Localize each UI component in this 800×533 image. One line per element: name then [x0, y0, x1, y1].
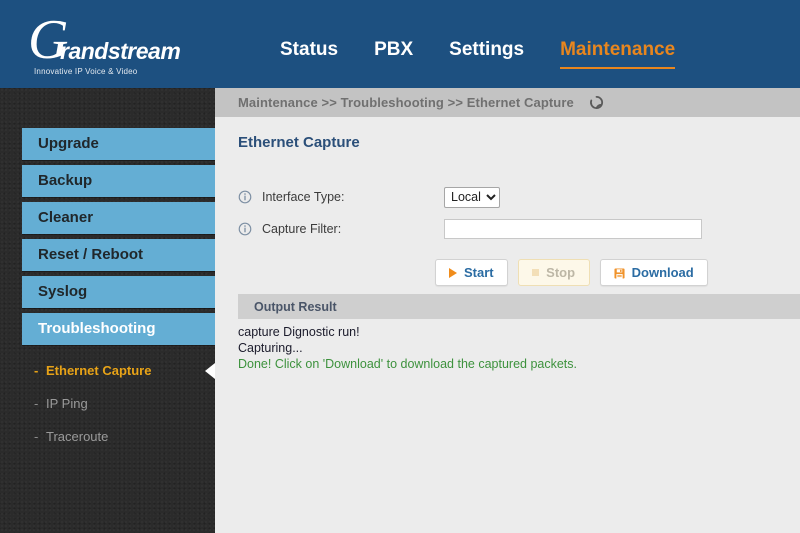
active-pointer-icon [205, 363, 215, 379]
sidebar-subitem-label: Ethernet Capture [46, 363, 152, 378]
sidebar-submenu: - Ethernet Capture - IP Ping - Tracerout… [0, 354, 215, 453]
sidebar-subitem-ethernet-capture[interactable]: - Ethernet Capture [0, 354, 215, 387]
main-navigation: Status PBX Settings Maintenance [280, 38, 676, 72]
field-row-interface-type: Interface Type: Local [238, 184, 500, 210]
bullet-dash-icon: - [34, 429, 39, 444]
sidebar-menu: Upgrade Backup Cleaner Reset / Reboot Sy… [0, 128, 215, 453]
save-icon [614, 267, 625, 279]
page-root: G randstream Innovative IP Voice & Video… [0, 0, 800, 533]
sidebar-subitem-label: IP Ping [46, 396, 88, 411]
breadcrumb: Maintenance >> Troubleshooting >> Ethern… [238, 95, 574, 110]
content-area: Maintenance >> Troubleshooting >> Ethern… [215, 88, 800, 533]
sidebar-item-upgrade[interactable]: Upgrade [22, 128, 215, 160]
sidebar-subitem-traceroute[interactable]: - Traceroute [0, 420, 215, 453]
capture-filter-label: Capture Filter: [262, 222, 342, 236]
stop-button-label: Stop [546, 265, 576, 280]
output-result-body: capture Dignostic run! Capturing... Done… [238, 324, 800, 372]
action-buttons: Start Stop Download [435, 259, 708, 286]
refresh-icon[interactable] [588, 94, 605, 111]
sidebar-subitem-label: Traceroute [46, 429, 109, 444]
sidebar-item-backup[interactable]: Backup [22, 165, 215, 197]
stop-icon [532, 269, 540, 276]
nav-item-status[interactable]: Status [280, 38, 338, 67]
app-header: G randstream Innovative IP Voice & Video… [0, 0, 800, 88]
page-title: Ethernet Capture [238, 134, 360, 151]
output-line: Done! Click on 'Download' to download th… [238, 357, 578, 371]
play-icon [449, 267, 457, 278]
capture-filter-input[interactable] [444, 219, 702, 239]
nav-item-settings[interactable]: Settings [449, 38, 524, 67]
download-button[interactable]: Download [599, 259, 708, 286]
info-icon[interactable] [238, 222, 252, 236]
output-result-header: Output Result [238, 294, 800, 319]
sidebar-item-syslog[interactable]: Syslog [22, 276, 215, 308]
download-button-label: Download [631, 265, 694, 280]
sidebar: Upgrade Backup Cleaner Reset / Reboot Sy… [0, 88, 215, 533]
interface-type-label: Interface Type: [262, 190, 345, 204]
field-row-capture-filter: Capture Filter: [238, 216, 702, 242]
logo-tagline: Innovative IP Voice & Video [34, 67, 138, 76]
sidebar-subitem-ip-ping[interactable]: - IP Ping [0, 387, 215, 420]
interface-type-select[interactable]: Local [444, 186, 500, 208]
output-line: capture Dignostic run! [238, 325, 360, 339]
stop-button[interactable]: Stop [517, 259, 590, 286]
nav-item-maintenance[interactable]: Maintenance [560, 38, 676, 69]
sidebar-item-cleaner[interactable]: Cleaner [22, 202, 215, 234]
nav-item-pbx[interactable]: PBX [374, 38, 413, 67]
logo-wordmark: randstream [60, 38, 181, 64]
bullet-dash-icon: - [34, 396, 39, 411]
sidebar-item-troubleshooting[interactable]: Troubleshooting [22, 313, 215, 345]
output-result-title: Output Result [254, 299, 337, 314]
grandstream-logo: G randstream Innovative IP Voice & Video [26, 12, 181, 76]
sidebar-item-reset-reboot[interactable]: Reset / Reboot [22, 239, 215, 271]
output-line: Capturing... [238, 341, 303, 355]
bullet-dash-icon: - [34, 363, 39, 378]
info-icon[interactable] [238, 190, 252, 204]
breadcrumb-bar: Maintenance >> Troubleshooting >> Ethern… [215, 88, 800, 117]
start-button[interactable]: Start [435, 259, 508, 286]
start-button-label: Start [464, 265, 494, 280]
